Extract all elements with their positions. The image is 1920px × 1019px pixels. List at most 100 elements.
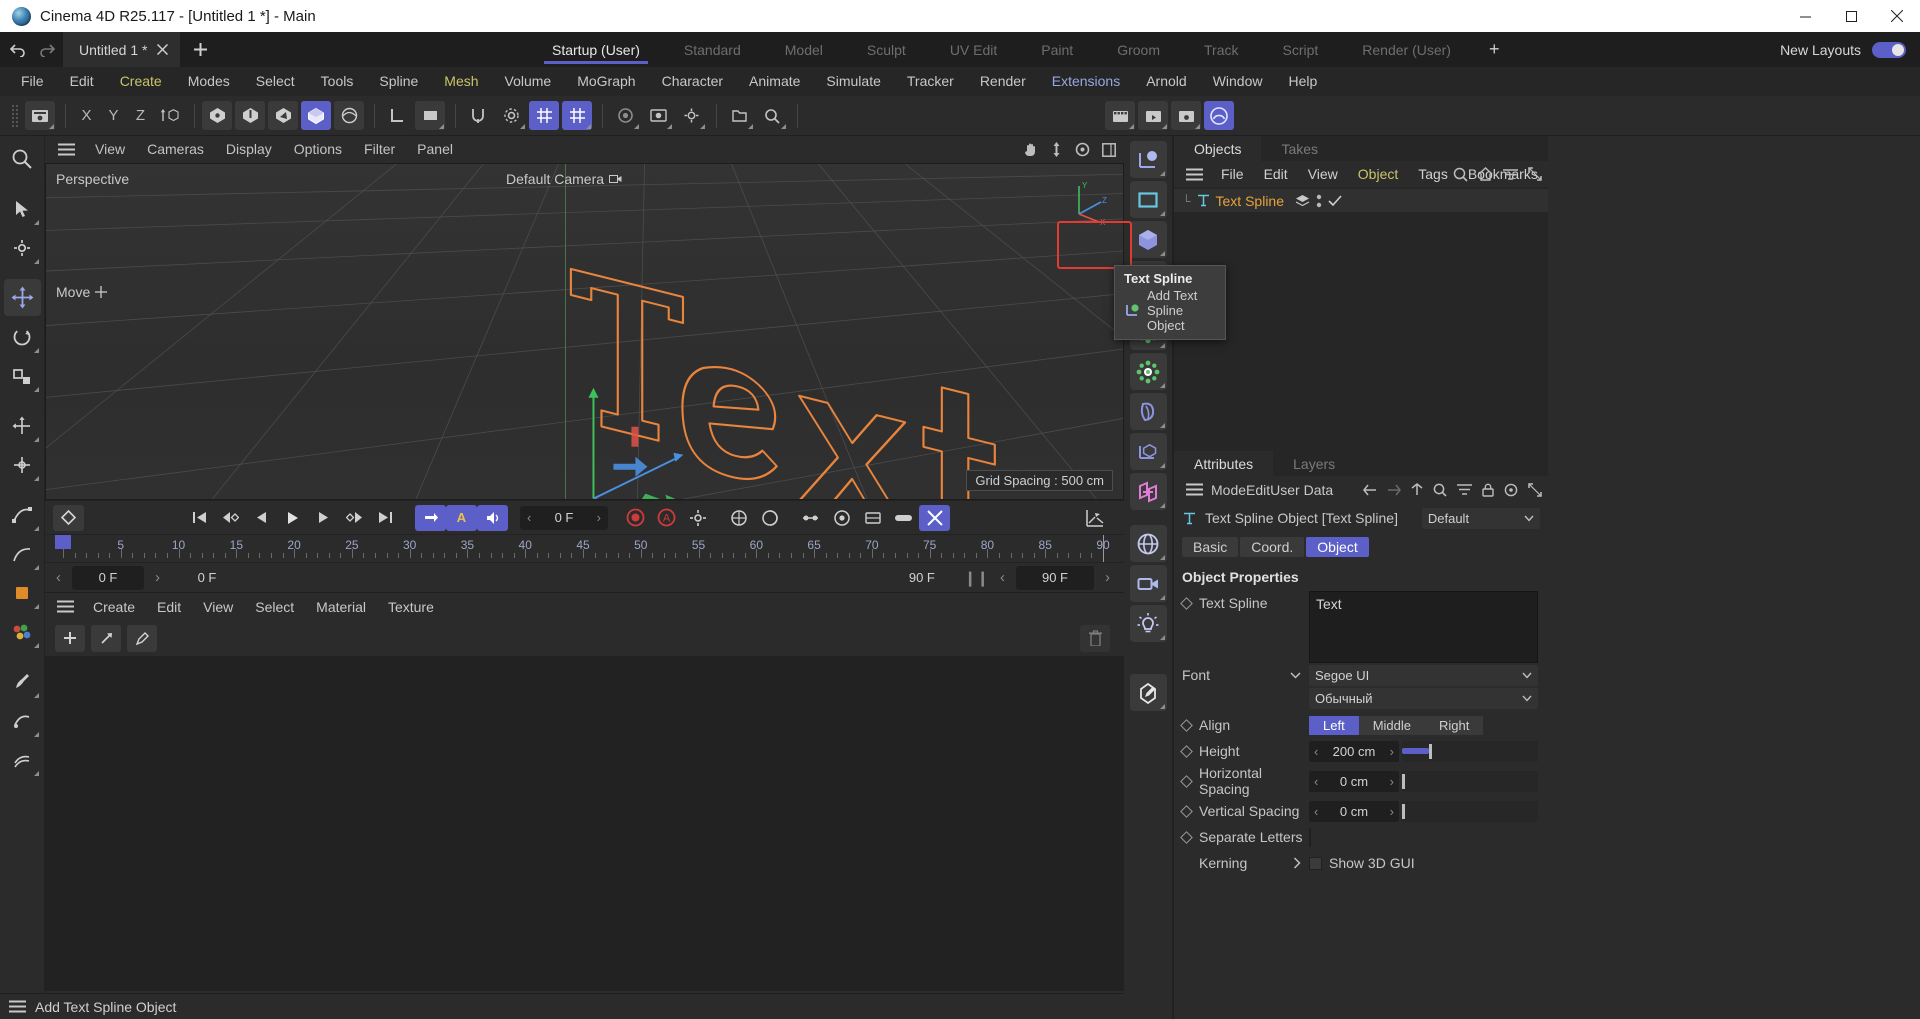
align-option-right[interactable]: Right xyxy=(1424,715,1484,735)
animation-layer-icon[interactable] xyxy=(857,505,888,531)
show-3d-gui-checkbox[interactable] xyxy=(1309,856,1322,870)
align-option-left[interactable]: Left xyxy=(1309,715,1359,735)
hamburger-icon[interactable] xyxy=(1178,483,1211,496)
lock-icon[interactable] xyxy=(1482,483,1494,497)
sculpt-edit-icon[interactable] xyxy=(1129,674,1167,711)
layout-tab-startup[interactable]: Startup (User) xyxy=(530,32,662,67)
point-level-animation-icon[interactable] xyxy=(826,505,857,531)
tab-layers[interactable]: Layers xyxy=(1273,451,1356,476)
preview-prev-icon[interactable]: ‹ xyxy=(995,569,1010,586)
camera-icon[interactable] xyxy=(609,174,622,184)
timeline-next-icon[interactable]: › xyxy=(150,569,165,586)
grid-snap-icon[interactable] xyxy=(529,101,559,130)
point-mode-icon[interactable] xyxy=(202,101,232,130)
font-family-select[interactable]: Segoe UI xyxy=(1309,665,1538,686)
layout-tab-render[interactable]: Render (User) xyxy=(1340,32,1473,67)
spline-pen-icon[interactable] xyxy=(4,496,41,533)
go-to-end-icon[interactable] xyxy=(370,505,401,531)
preview-start-field[interactable]: 0 F xyxy=(171,566,243,590)
go-to-previous-key-icon[interactable] xyxy=(215,505,246,531)
render-queue-icon[interactable] xyxy=(1138,101,1168,130)
menu-window[interactable]: Window xyxy=(1200,67,1276,96)
parameter-icon[interactable] xyxy=(795,505,826,531)
keyframe-diamond-icon[interactable] xyxy=(1180,804,1193,818)
model-mode-icon[interactable] xyxy=(301,101,331,130)
keyframe-settings-icon[interactable] xyxy=(682,505,713,531)
deformer-icon[interactable] xyxy=(1129,393,1167,430)
hamburger-icon[interactable] xyxy=(49,143,84,156)
menu-modes[interactable]: Modes xyxy=(175,67,243,96)
separate-letters-checkbox[interactable] xyxy=(1309,827,1311,847)
search-icon[interactable] xyxy=(1453,167,1468,182)
maximize-icon[interactable] xyxy=(1828,0,1874,32)
timeline-prev-icon[interactable]: ‹ xyxy=(51,569,66,586)
z-axis-lock[interactable]: Z xyxy=(127,107,154,124)
rotate-icon[interactable] xyxy=(1075,142,1090,157)
visibility-dots-icon[interactable] xyxy=(1316,194,1322,208)
xpresso-icon[interactable] xyxy=(1129,473,1167,510)
up-arrow-icon[interactable] xyxy=(1411,483,1423,496)
null-object-icon[interactable] xyxy=(1129,141,1167,178)
start-frame-field[interactable]: 0 F xyxy=(72,565,144,590)
home-icon[interactable] xyxy=(1478,167,1493,181)
preview-end-field[interactable]: 90 F xyxy=(1016,565,1094,590)
arrow-icon[interactable] xyxy=(91,624,121,652)
world-coordinates-icon[interactable] xyxy=(4,407,41,444)
pin-icon[interactable] xyxy=(1504,483,1518,497)
render-to-picture-viewer-icon[interactable] xyxy=(643,101,673,130)
menu-spline[interactable]: Spline xyxy=(366,67,431,96)
cube-primitive-icon[interactable] xyxy=(1129,221,1167,258)
layout-tab-standard[interactable]: Standard xyxy=(662,32,763,67)
redo-icon[interactable] xyxy=(38,43,55,57)
smooth-tool-icon[interactable] xyxy=(4,702,41,739)
camera-icon[interactable] xyxy=(1129,565,1167,602)
objects-menu-object[interactable]: Object xyxy=(1348,166,1408,182)
grip-handle[interactable]: ❙❙ xyxy=(964,569,989,587)
font-style-select[interactable]: Обычный xyxy=(1309,688,1538,709)
menu-mesh[interactable]: Mesh xyxy=(431,67,491,96)
workplane-snap-icon[interactable] xyxy=(562,101,592,130)
render-settings-gear-icon[interactable] xyxy=(1171,101,1201,130)
go-to-next-frame-icon[interactable] xyxy=(308,505,339,531)
menu-volume[interactable]: Volume xyxy=(492,67,565,96)
autokeying-icon[interactable]: A xyxy=(651,505,682,531)
undo-icon[interactable] xyxy=(10,43,27,57)
layout-tab-groom[interactable]: Groom xyxy=(1095,32,1182,67)
subtab-coord[interactable]: Coord. xyxy=(1240,537,1305,557)
spline-rect-icon[interactable] xyxy=(1129,181,1167,218)
subtab-basic[interactable]: Basic xyxy=(1182,537,1239,557)
polygon-mode-icon[interactable] xyxy=(268,101,298,130)
menu-extensions[interactable]: Extensions xyxy=(1039,67,1133,96)
material-menu-edit[interactable]: Edit xyxy=(146,599,192,615)
viewport-menu-display[interactable]: Display xyxy=(215,136,283,163)
scale-tool-icon[interactable] xyxy=(4,357,41,394)
position-icon[interactable] xyxy=(723,505,754,531)
menu-arnold[interactable]: Arnold xyxy=(1133,67,1199,96)
objects-menu-file[interactable]: File xyxy=(1211,166,1254,182)
layout-tab-track[interactable]: Track xyxy=(1182,32,1260,67)
viewport-menu-panel[interactable]: Panel xyxy=(406,136,464,163)
check-icon[interactable] xyxy=(1328,194,1342,207)
timeline-ruler[interactable]: 051015202530354045505560657075808590 xyxy=(45,534,1124,562)
locked-workplane-icon[interactable] xyxy=(415,101,445,130)
viewport-menu-filter[interactable]: Filter xyxy=(353,136,406,163)
layout-tab-script[interactable]: Script xyxy=(1260,32,1340,67)
rotation-icon[interactable] xyxy=(754,505,785,531)
menu-render[interactable]: Render xyxy=(967,67,1039,96)
cineware-icon[interactable] xyxy=(1204,101,1234,130)
object-axis-icon[interactable] xyxy=(4,446,41,483)
search-icon[interactable] xyxy=(1433,483,1447,497)
height-spinner[interactable]: ‹ 200 cm › xyxy=(1309,740,1399,762)
menu-select[interactable]: Select xyxy=(243,67,308,96)
align-option-middle[interactable]: Middle xyxy=(1358,715,1425,735)
y-axis-lock[interactable]: Y xyxy=(100,107,127,124)
material-menu-material[interactable]: Material xyxy=(305,599,377,615)
layout-tab-model[interactable]: Model xyxy=(763,32,845,67)
rotate-tool-icon[interactable] xyxy=(4,318,41,355)
end-frame-field[interactable]: 90 F xyxy=(886,566,958,590)
plus-icon[interactable] xyxy=(55,624,85,652)
attributes-mode-selector[interactable]: Default xyxy=(1421,507,1540,529)
add-render-icon[interactable] xyxy=(1105,101,1135,130)
viewport-menu-options[interactable]: Options xyxy=(283,136,353,163)
vertical-spacing-spinner[interactable]: ‹ 0 cm › xyxy=(1309,800,1399,822)
